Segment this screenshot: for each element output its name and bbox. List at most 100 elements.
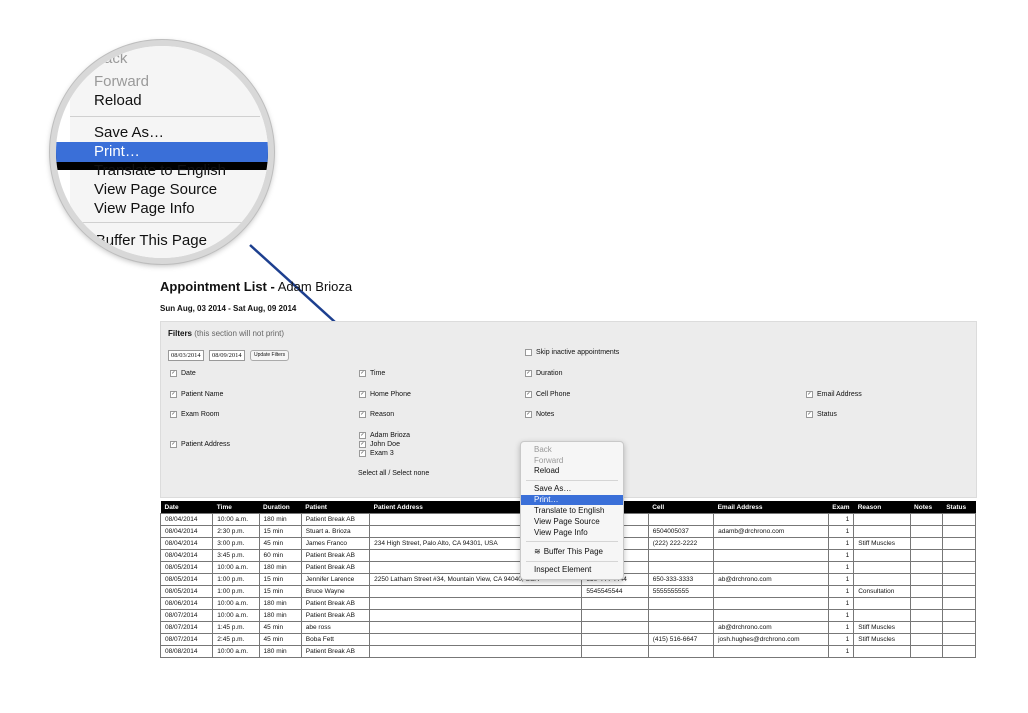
table-cell: Stiff Muscles xyxy=(853,633,911,646)
patient-address-checkbox[interactable]: ✓ Patient Address xyxy=(170,441,230,448)
patient-name-checkbox[interactable]: ✓ Patient Name xyxy=(170,391,223,398)
table-cell: 08/04/2014 xyxy=(159,537,214,550)
menu-back[interactable]: Back xyxy=(534,445,552,454)
table-cell: 10:00 a.m. xyxy=(212,513,260,526)
status-checkbox[interactable]: ✓ Status xyxy=(806,411,837,418)
table-cell: 08/04/2014 xyxy=(159,549,214,562)
menu-inspect-element[interactable]: Inspect Element xyxy=(534,565,591,574)
menu-view-info[interactable]: View Page Info xyxy=(534,528,588,537)
table-cell xyxy=(369,621,583,634)
table-cell: 60 min xyxy=(258,549,302,562)
menu-translate[interactable]: Translate to English xyxy=(534,506,604,515)
table-cell xyxy=(909,621,943,634)
table-cell: 08/07/2014 xyxy=(159,609,214,622)
doctor-checkbox-john[interactable]: ✓ John Doe xyxy=(359,441,400,448)
col-notes: Notes xyxy=(910,501,943,514)
table-cell: 1:00 p.m. xyxy=(212,585,260,598)
table-cell xyxy=(647,645,715,658)
col-date: Date xyxy=(160,501,213,514)
col-status: Status xyxy=(942,501,976,514)
table-cell: Consultation xyxy=(853,585,911,598)
doctor-checkbox-adam[interactable]: ✓ Adam Brioza xyxy=(359,432,410,439)
skip-inactive-checkbox[interactable]: Skip inactive appointments xyxy=(525,349,619,356)
table-cell: 1 xyxy=(827,573,855,586)
table-cell xyxy=(713,513,829,526)
start-date-input[interactable]: 08/03/2014 xyxy=(168,350,204,361)
duration-checkbox[interactable]: ✓ Duration xyxy=(525,370,562,377)
table-cell: 08/07/2014 xyxy=(159,633,214,646)
notes-checkbox[interactable]: ✓ Notes xyxy=(525,411,554,418)
table-cell xyxy=(909,537,943,550)
table-cell: 650-333-3333 xyxy=(647,573,715,586)
table-cell xyxy=(853,609,911,622)
exam3-checkbox[interactable]: ✓ Exam 3 xyxy=(359,450,394,457)
table-cell: 08/07/2014 xyxy=(159,621,214,634)
table-cell xyxy=(647,597,715,610)
table-cell: 15 min xyxy=(258,585,302,598)
table-cell: 10:00 a.m. xyxy=(212,645,260,658)
exam-room-checkbox[interactable]: ✓ Exam Room xyxy=(170,411,220,418)
end-date-input[interactable]: 08/09/2014 xyxy=(209,350,245,361)
table-cell: Stiff Muscles xyxy=(853,621,911,634)
table-cell: 1 xyxy=(827,645,855,658)
reason-checkbox[interactable]: ✓ Reason xyxy=(359,411,394,418)
table-cell: 08/08/2014 xyxy=(159,645,214,658)
table-cell xyxy=(853,573,911,586)
select-all-none-link[interactable]: Select all / Select none xyxy=(358,470,429,477)
table-cell xyxy=(581,645,649,658)
table-row: 08/08/2014 10:00 a.m. 180 min Patient Break… xyxy=(159,645,977,658)
date-checkbox[interactable]: ✓ Date xyxy=(170,370,196,377)
col-email: Email Address xyxy=(713,501,829,514)
col-time: Time xyxy=(212,501,260,514)
table-cell xyxy=(713,585,829,598)
table-cell xyxy=(909,597,943,610)
table-cell: 6504005037 xyxy=(647,525,715,538)
update-filters-button[interactable]: Update Filters xyxy=(250,350,290,361)
table-cell xyxy=(909,645,943,658)
table-cell xyxy=(853,597,911,610)
menu-view-source[interactable]: View Page Source xyxy=(534,517,600,526)
table-cell: 180 min xyxy=(258,513,302,526)
table-cell: 45 min xyxy=(258,621,302,634)
table-row: 08/05/2014 1:00 p.m. 15 min Bruce Wayne 5545… xyxy=(159,585,977,598)
table-cell: 5555555555 xyxy=(647,585,715,598)
table-cell: Patient Break AB xyxy=(300,597,371,610)
table-cell: 45 min xyxy=(258,537,302,550)
table-cell xyxy=(941,645,977,658)
menu-buffer[interactable]: ≋ Buffer This Page xyxy=(534,547,603,556)
home-phone-checkbox[interactable]: ✓ Home Phone xyxy=(359,391,411,398)
table-cell xyxy=(369,597,583,610)
table-cell: Patient Break AB xyxy=(300,609,371,622)
cell-phone-checkbox[interactable]: ✓ Cell Phone xyxy=(525,391,570,398)
table-cell xyxy=(941,537,977,550)
table-cell: 180 min xyxy=(258,561,302,574)
menu-reload[interactable]: Reload xyxy=(534,466,559,475)
table-cell: 1 xyxy=(827,513,855,526)
table-cell xyxy=(369,585,583,598)
menu-save-as[interactable]: Save As… xyxy=(534,484,571,493)
table-cell: Stiff Muscles xyxy=(853,537,911,550)
menu-forward[interactable]: Forward xyxy=(534,456,563,465)
table-cell: adamb@drchrono.com xyxy=(713,525,829,538)
email-checkbox[interactable]: ✓ Email Address xyxy=(806,391,862,398)
table-cell xyxy=(941,621,977,634)
table-row: 08/06/2014 10:00 a.m. 180 min Patient Break… xyxy=(159,597,977,610)
table-cell: 1 xyxy=(827,537,855,550)
table-cell: 08/05/2014 xyxy=(159,585,214,598)
menu-print[interactable]: Print… xyxy=(534,495,558,504)
table-cell: 10:00 a.m. xyxy=(212,597,260,610)
table-cell xyxy=(713,609,829,622)
table-cell xyxy=(941,525,977,538)
table-cell: 5545545544 xyxy=(581,585,649,598)
table-cell xyxy=(647,561,715,574)
table-cell: Patient Break AB xyxy=(300,561,371,574)
filters-heading: Filters (this section will not print) xyxy=(168,329,285,338)
table-cell xyxy=(941,633,977,646)
table-cell xyxy=(647,513,715,526)
time-checkbox[interactable]: ✓ Time xyxy=(359,370,385,377)
table-cell xyxy=(909,513,943,526)
table-cell: 1:00 p.m. xyxy=(212,573,260,586)
table-cell: (222) 222-2222 xyxy=(647,537,715,550)
table-cell: 08/04/2014 xyxy=(159,525,214,538)
table-cell: (415) 516-6647 xyxy=(647,633,715,646)
